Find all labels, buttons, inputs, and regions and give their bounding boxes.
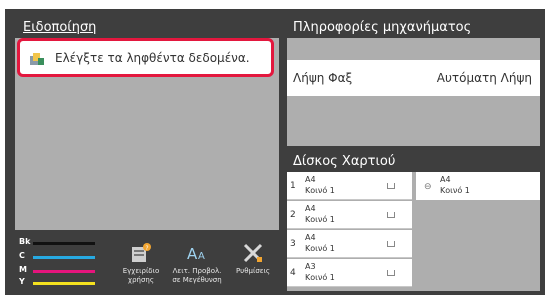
tray-number: 4	[290, 268, 296, 278]
paper-tray-panel: Δίσκος Χαρτιού 1 A4 Κοινό 1 2 A4 Κοινό 1…	[287, 152, 540, 291]
svg-text:A: A	[198, 251, 205, 262]
toner-levels: Bk C M Y	[15, 233, 105, 291]
fax-receive-label: Λήψη Φαξ	[293, 71, 353, 85]
settings-label: Ρυθμίσεις	[235, 267, 271, 275]
tray-row[interactable]: 1 A4 Κοινό 1	[287, 172, 412, 200]
font-size-button[interactable]: A A Λειτ. Προβολ. σε Μεγέθυνση	[169, 233, 225, 291]
fax-document-icon	[29, 51, 45, 65]
tray-paper-size: A4	[305, 175, 316, 184]
settings-button[interactable]: Ρυθμίσεις	[225, 233, 281, 291]
bypass-paper-size: A4	[440, 175, 451, 184]
svg-text:?: ?	[145, 245, 148, 252]
bypass-paper-type: Κοινό 1	[440, 186, 470, 195]
tray-number: 2	[290, 210, 296, 220]
tray-icon	[387, 212, 395, 218]
tray-icon	[387, 270, 395, 276]
bypass-tray[interactable]: ⊖ A4 Κοινό 1	[416, 172, 540, 200]
wrench-screwdriver-icon	[242, 239, 264, 267]
notification-text: Ελέγξτε τα ληφθέντα δεδομένα.	[55, 50, 250, 65]
quick-tools: ? Εγχειρίδιο χρήσης A A Λειτ. Προβολ. σε…	[113, 233, 279, 291]
tray-number: 1	[290, 181, 296, 191]
toner-label-y: Y	[19, 277, 25, 286]
tray-row[interactable]: 3 A4 Κοινό 1	[287, 230, 412, 258]
tray-icon	[387, 183, 395, 189]
tray-paper-type: Κοινό 1	[305, 215, 335, 224]
tray-paper-size: A4	[305, 204, 316, 213]
text-size-icon: A A	[186, 239, 208, 267]
toner-label-m: M	[19, 265, 27, 274]
paper-tray-title: Δίσκος Χαρτιού	[287, 152, 540, 172]
manual-label: Εγχειρίδιο χρήσης	[122, 267, 160, 284]
tray-paper-type: Κοινό 1	[305, 186, 335, 195]
font-size-label: Λειτ. Προβολ. σε Μεγέθυνση	[172, 267, 222, 284]
bypass-tray-icon: ⊖	[424, 182, 432, 192]
notification-title: Ειδοποίηση	[15, 18, 279, 38]
toner-bar-y	[33, 282, 95, 285]
toner-bar-m	[33, 270, 95, 273]
toner-bar-bk	[33, 242, 95, 245]
tray-row[interactable]: 2 A4 Κοινό 1	[287, 201, 412, 229]
tray-paper-type: Κοινό 1	[305, 273, 335, 282]
tray-row[interactable]: 4 A3 Κοινό 1	[287, 259, 412, 287]
tray-number: 3	[290, 239, 296, 249]
toner-label-bk: Bk	[19, 237, 31, 246]
manual-button[interactable]: ? Εγχειρίδιο χρήσης	[113, 233, 169, 291]
tray-icon	[387, 241, 395, 247]
machine-info-title: Πληροφορίες μηχανήματος	[287, 18, 540, 38]
tray-paper-size: A3	[305, 262, 316, 271]
tray-paper-type: Κοινό 1	[305, 244, 335, 253]
notification-message[interactable]: Ελέγξτε τα ληφθέντα δεδομένα.	[17, 38, 274, 77]
svg-text:A: A	[187, 245, 198, 263]
toner-label-c: C	[19, 251, 25, 260]
toner-bar-c	[33, 256, 95, 259]
tray-paper-size: A4	[305, 233, 316, 242]
fax-receive-mode: Αυτόματη Λήψη	[436, 71, 532, 85]
fax-receive-row[interactable]: Λήψη Φαξ Αυτόματη Λήψη	[287, 60, 540, 96]
machine-info-panel: Πληροφορίες μηχανήματος Λήψη Φαξ Αυτόματ…	[287, 18, 540, 146]
manual-icon: ?	[130, 239, 152, 267]
